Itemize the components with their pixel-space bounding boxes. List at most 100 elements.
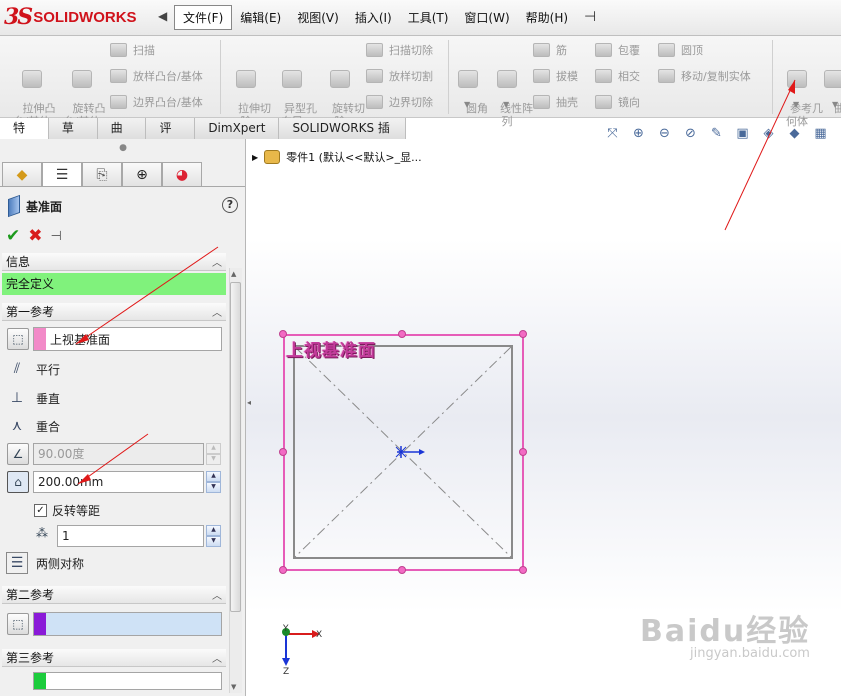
zoom-to-area-icon[interactable]: ⊕ — [629, 124, 648, 142]
third-reference-field[interactable] — [33, 672, 222, 690]
collapse-chevron-icon[interactable]: ︿ — [212, 304, 222, 319]
zoom-to-fit-icon[interactable]: ⤧ — [603, 124, 622, 142]
rib-button[interactable]: 筋 — [533, 42, 567, 58]
second-reference-header[interactable]: 第二参考 ︿ — [2, 586, 226, 604]
coincident-option[interactable]: ⋏ 重合 — [6, 414, 60, 438]
plane-resize-handle[interactable] — [398, 330, 406, 338]
cancel-button[interactable]: ✖ — [28, 226, 42, 246]
feature-tree-flyout[interactable]: ▶ 零件1 (默认<<默认>_显... — [252, 148, 422, 166]
rib-label: 筋 — [556, 44, 567, 57]
message-group-header[interactable]: 信息 ︿ — [2, 253, 226, 271]
angle-option-icon[interactable]: ∠ — [7, 443, 29, 465]
scroll-down-icon[interactable]: ▼ — [231, 683, 236, 691]
linear-pattern-button[interactable]: 线性阵 列 — [486, 44, 533, 141]
view-orientation-icon[interactable]: ✎ — [707, 124, 726, 142]
first-reference-header[interactable]: 第一参考 ︿ — [2, 303, 226, 321]
section-view-icon[interactable]: ⊘ — [681, 124, 700, 142]
tab-features[interactable]: 特征 — [0, 118, 49, 155]
display-manager-tab-icon[interactable]: ◕ — [162, 162, 202, 186]
panel-splitter-handle-icon[interactable]: ◂ — [247, 398, 254, 414]
keep-visible-pushpin-icon[interactable]: ⊣ — [51, 229, 62, 244]
menu-insert[interactable]: 插入(I) — [347, 6, 400, 29]
mirror-button[interactable]: 镜向 — [595, 94, 640, 110]
second-reference-field[interactable] — [33, 612, 222, 636]
plane-resize-handle[interactable] — [519, 448, 527, 456]
solidworks-logo[interactable]: 3S SOLIDWORKS — [4, 4, 154, 30]
menu-window[interactable]: 窗口(W) — [456, 6, 517, 29]
number-of-planes-spinner[interactable]: ▲ ▼ — [206, 525, 221, 547]
property-manager-tab-icon[interactable]: ☰ — [42, 162, 82, 186]
fillet-dropdown-icon[interactable]: ▼ — [464, 100, 470, 109]
dimxpert-manager-tab-icon[interactable]: ⊕ — [122, 162, 162, 186]
loft-button[interactable]: 放样凸台/基体 — [110, 68, 203, 84]
intersect-button[interactable]: 相交 — [595, 68, 640, 84]
menu-collapse-arrow-icon[interactable]: ◀ — [158, 9, 170, 25]
plane-resize-handle[interactable] — [279, 448, 287, 456]
boundary-cut-button[interactable]: 边界切除 — [366, 94, 433, 110]
curves-dropdown-icon[interactable]: ▼ — [832, 100, 838, 109]
menu-pin-icon[interactable]: ⊣ — [576, 9, 604, 25]
plane-resize-handle[interactable] — [519, 566, 527, 574]
apply-scene-icon[interactable]: ▦ — [811, 124, 830, 142]
collapse-chevron-icon[interactable]: ︿ — [212, 650, 222, 665]
third-reference-header[interactable]: 第三参考 ︿ — [2, 649, 226, 667]
scroll-up-icon[interactable]: ▲ — [231, 270, 236, 278]
feature-manager-tab-icon[interactable]: ◆ — [2, 162, 42, 186]
fillet-button[interactable]: 圆角 — [452, 44, 488, 128]
number-of-planes-field[interactable]: 1 — [57, 525, 204, 547]
shell-button[interactable]: 抽壳 — [533, 94, 578, 110]
plane-resize-handle[interactable] — [398, 566, 406, 574]
tab-sketch[interactable]: 草图 — [48, 118, 98, 155]
perpendicular-icon: ⊥ — [10, 390, 24, 406]
tab-addins[interactable]: SOLIDWORKS 插件 — [279, 118, 406, 155]
first-reference-selector-icon[interactable]: ⬚ — [7, 328, 29, 350]
menu-view[interactable]: 视图(V) — [289, 6, 347, 29]
pattern-dropdown-icon[interactable]: ▼ — [503, 100, 509, 109]
expand-arrow-icon[interactable]: ▶ — [252, 153, 258, 162]
offset-distance-icon[interactable]: ⌂ — [7, 471, 29, 493]
second-reference-selector-icon[interactable]: ⬚ — [7, 613, 29, 635]
extrude-boss-icon — [22, 70, 42, 88]
hide-show-icon[interactable]: ◈ — [759, 124, 778, 142]
menu-tools[interactable]: 工具(T) — [400, 6, 457, 29]
flip-offset-option[interactable]: ✓ 反转等距 — [34, 502, 100, 519]
plane-resize-handle[interactable] — [279, 330, 287, 338]
curves-button[interactable]: 曲线 — [820, 44, 841, 128]
sweep-button[interactable]: 扫描 — [110, 42, 155, 58]
help-icon[interactable]: ? — [222, 197, 238, 213]
boundary-cut-label: 边界切除 — [389, 96, 433, 109]
dome-button[interactable]: 圆顶 — [658, 42, 703, 58]
flip-offset-checkbox[interactable]: ✓ — [34, 504, 47, 517]
draft-button[interactable]: 拔模 — [533, 68, 578, 84]
wrap-button[interactable]: 包覆 — [595, 42, 640, 58]
menu-file[interactable]: 文件(F) — [174, 4, 233, 30]
offset-distance-spinner[interactable]: ▲ ▼ — [206, 471, 221, 493]
menu-help[interactable]: 帮助(H) — [518, 6, 576, 29]
collapse-chevron-icon[interactable]: ︿ — [212, 254, 222, 269]
mid-plane-option[interactable]: ☰ 两侧对称 — [6, 551, 84, 575]
menu-edit[interactable]: 编辑(E) — [232, 6, 289, 29]
panel-grip-icon[interactable]: ● — [0, 139, 246, 157]
tab-evaluate[interactable]: 评估 — [146, 118, 196, 155]
edit-appearance-icon[interactable]: ◆ — [785, 124, 804, 142]
offset-distance-field[interactable]: 200.00mm — [33, 471, 204, 493]
configuration-manager-tab-icon[interactable]: ⎘ — [82, 162, 122, 186]
tab-dimxpert[interactable]: DimXpert — [195, 118, 280, 139]
display-style-icon[interactable]: ▣ — [733, 124, 752, 142]
boundary-boss-button[interactable]: 边界凸台/基体 — [110, 94, 203, 110]
previous-view-icon[interactable]: ⊖ — [655, 124, 674, 142]
parallel-option[interactable]: ⫽ 平行 — [6, 357, 60, 381]
plane-resize-handle[interactable] — [279, 566, 287, 574]
collapse-chevron-icon[interactable]: ︿ — [212, 587, 222, 602]
panel-scroll-thumb[interactable] — [230, 282, 241, 612]
plane-resize-handle[interactable] — [519, 330, 527, 338]
ok-button[interactable]: ✔ — [6, 226, 20, 246]
swept-cut-button[interactable]: 扫描切除 — [366, 42, 433, 58]
move-copy-button[interactable]: 移动/复制实体 — [658, 68, 751, 84]
view-settings-dropdown-icon[interactable]: ▼ — [837, 124, 841, 142]
tab-surfaces[interactable]: 曲面 — [97, 118, 147, 155]
reference-geometry-dropdown-icon[interactable]: ▼ — [793, 100, 799, 109]
perpendicular-option[interactable]: ⊥ 垂直 — [6, 386, 60, 410]
first-reference-field[interactable]: 上视基准面 — [33, 327, 222, 351]
lofted-cut-button[interactable]: 放样切割 — [366, 68, 433, 84]
